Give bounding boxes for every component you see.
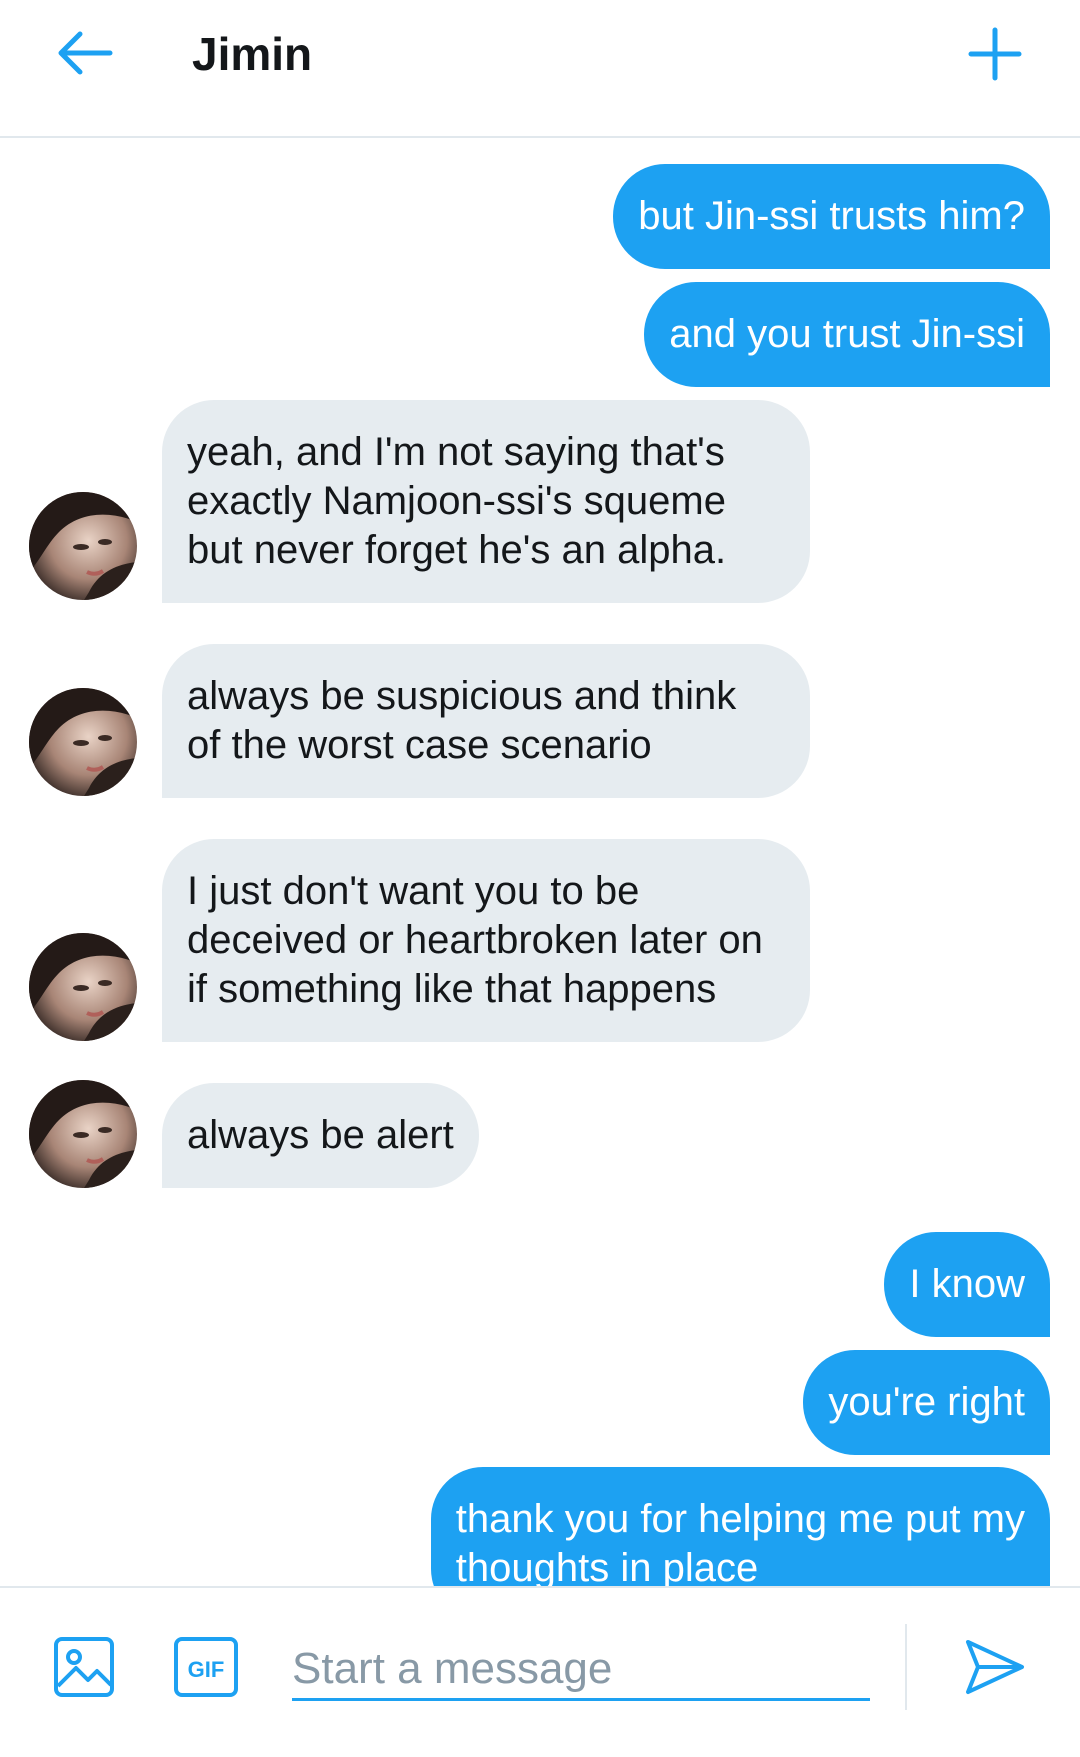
avatar[interactable] bbox=[29, 688, 137, 796]
message-line: but never forget he's an alpha. bbox=[187, 528, 727, 572]
send-button[interactable] bbox=[964, 1636, 1026, 1703]
send-icon bbox=[966, 1640, 1024, 1694]
message-line: I know bbox=[909, 1262, 1025, 1306]
sent-message[interactable]: thank you for helping me put my thoughts… bbox=[430, 1467, 1050, 1586]
add-button[interactable] bbox=[962, 22, 1028, 84]
message-line: thoughts in place bbox=[455, 1546, 759, 1586]
avatar-photo bbox=[29, 492, 137, 600]
message-line: you're right bbox=[828, 1380, 1025, 1424]
received-message[interactable]: I just don't want you to be deceived or … bbox=[162, 839, 810, 1042]
avatar[interactable] bbox=[29, 492, 137, 600]
sent-message[interactable]: you're right bbox=[803, 1350, 1050, 1455]
message-line: yeah, and I'm not saying that's bbox=[187, 430, 725, 474]
sent-message[interactable]: but Jin-ssi trusts him? bbox=[613, 164, 1050, 269]
image-icon bbox=[54, 1637, 114, 1697]
gif-icon: GIF bbox=[174, 1637, 238, 1697]
gif-button[interactable]: GIF bbox=[173, 1636, 239, 1703]
message-line: but Jin-ssi trusts him? bbox=[638, 194, 1025, 238]
message-line: I just don't want you to be bbox=[187, 869, 640, 913]
received-message[interactable]: always be alert bbox=[162, 1083, 479, 1188]
conversation-title: Jimin bbox=[192, 28, 313, 80]
avatar-photo bbox=[29, 933, 137, 1041]
avatar[interactable] bbox=[29, 1080, 137, 1188]
message-line: exactly Namjoon-ssi's squeme bbox=[187, 479, 726, 523]
avatar-photo bbox=[29, 1080, 137, 1188]
gif-label: GIF bbox=[188, 1657, 225, 1682]
message-line: thank you for helping me put my bbox=[455, 1497, 1025, 1541]
composer-divider bbox=[905, 1624, 907, 1710]
avatar-photo bbox=[29, 688, 137, 796]
message-line: of the worst case scenario bbox=[187, 723, 652, 767]
arrow-left-icon bbox=[58, 31, 113, 75]
received-message[interactable]: always be suspicious and think of the wo… bbox=[162, 644, 810, 798]
image-button[interactable] bbox=[53, 1636, 115, 1703]
message-composer: GIF bbox=[0, 1586, 1080, 1757]
message-line: always be suspicious and think bbox=[187, 674, 737, 718]
back-button[interactable] bbox=[50, 22, 120, 84]
message-line: deceived or heartbroken later on bbox=[187, 918, 763, 962]
plus-icon bbox=[968, 27, 1022, 81]
sent-message[interactable]: I know bbox=[884, 1232, 1050, 1337]
avatar[interactable] bbox=[29, 933, 137, 1041]
message-list[interactable]: but Jin-ssi trusts him? and you trust Ji… bbox=[0, 138, 1080, 1586]
conversation-header: Jimin bbox=[0, 0, 1080, 138]
message-line: and you trust Jin-ssi bbox=[669, 312, 1025, 356]
message-input[interactable] bbox=[292, 1640, 870, 1701]
sent-message[interactable]: and you trust Jin-ssi bbox=[644, 282, 1050, 387]
message-line: always be alert bbox=[187, 1113, 454, 1157]
message-line: if something like that happens bbox=[187, 967, 717, 1011]
received-message[interactable]: yeah, and I'm not saying that's exactly … bbox=[162, 400, 810, 603]
